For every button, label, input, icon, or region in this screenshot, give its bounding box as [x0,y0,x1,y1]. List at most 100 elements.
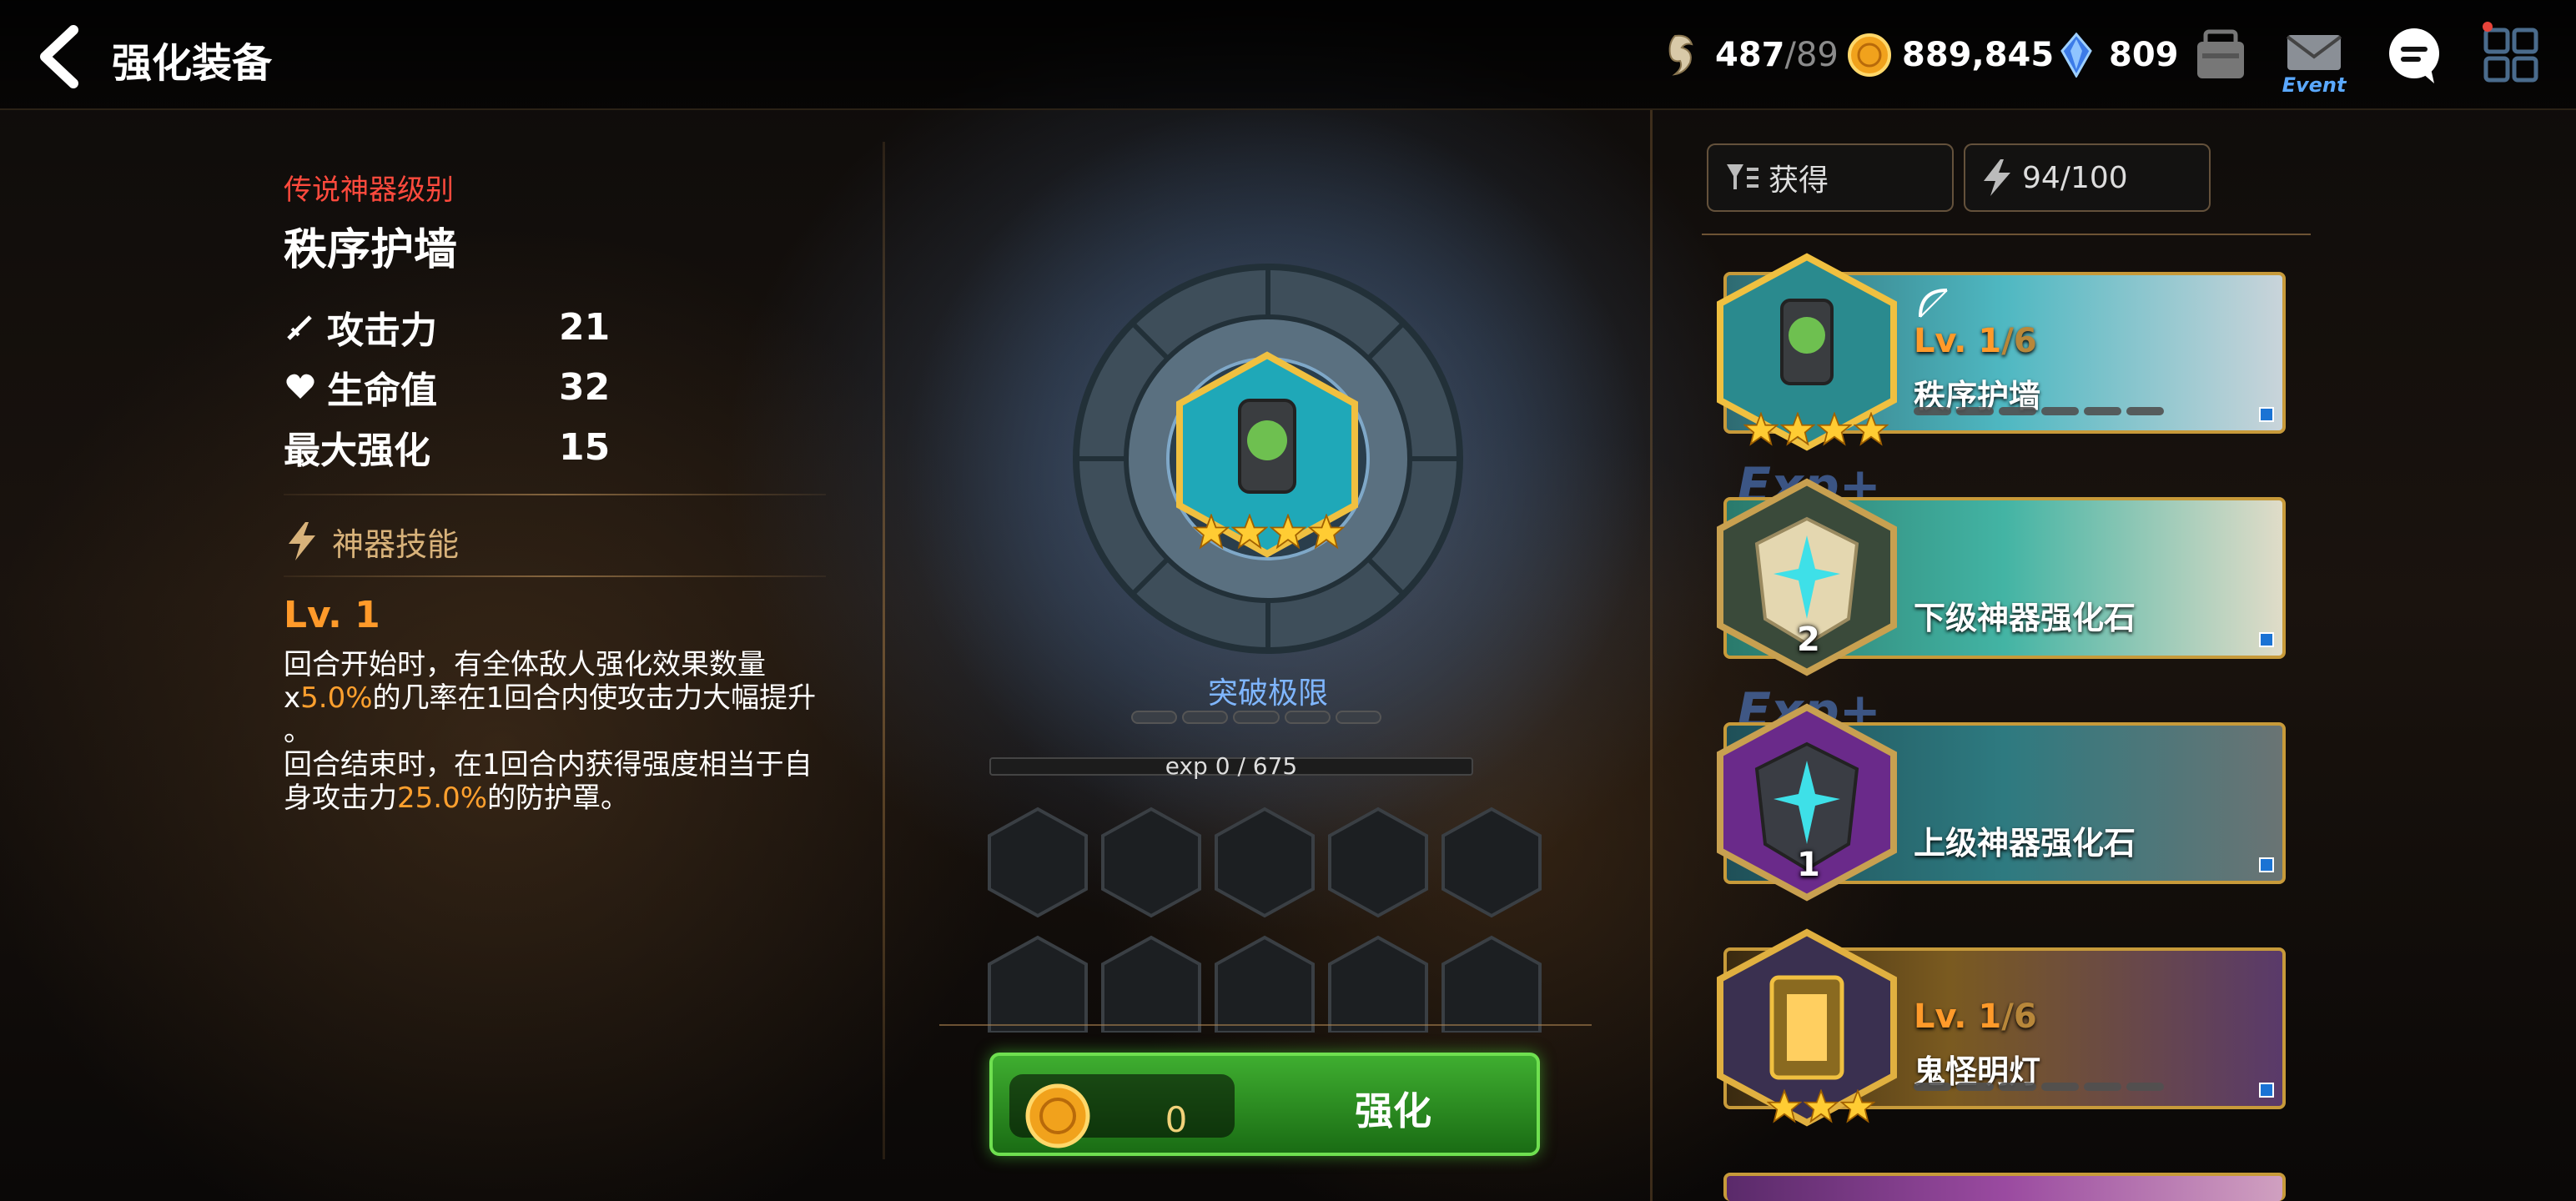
material-slot[interactable] [1213,934,1316,1033]
skill-desc-highlight: 5.0% [300,681,373,715]
material-slot[interactable] [986,806,1089,919]
item-progress [1914,1083,2164,1091]
star-icon [1817,412,1852,446]
gold-coin-icon [1848,33,1891,77]
corner-badge [2259,1083,2274,1098]
cost-display: 0 [1009,1074,1235,1148]
skill-description: 回合开始时，有全体敌人强化效果数量 x5.0%的几率在1回合内使攻击力大幅提升 … [284,648,834,815]
star-icon [1767,1089,1802,1123]
item-level-value: Lv. 1 [1914,997,2002,1036]
sort-label: 获得 [1768,163,1829,198]
gold-counter[interactable]: 889,845 [1847,25,2054,85]
divider [939,1024,1592,1026]
lightning-icon [289,522,315,560]
skill-desc-text: x [284,681,301,715]
material-slot[interactable] [1440,806,1543,919]
right-panel-divider [1650,110,1653,1201]
chat-icon[interactable] [2381,22,2448,88]
stat-value: 15 [559,425,611,469]
stat-label: 攻击力 [327,309,437,352]
divider [284,575,826,577]
star-icon [1840,1089,1875,1123]
skill-header: 神器技能 [284,512,826,570]
star-icon [1193,514,1230,550]
enhance-button[interactable]: 0 强化 [989,1053,1540,1156]
crystal-value: 809 [2109,36,2179,74]
item-stars [1767,1089,1875,1124]
skill-header-label: 神器技能 [332,525,460,563]
stat-value: 32 [559,365,611,409]
item-level: Lv. 1/6 [1914,322,2037,360]
capacity-display[interactable]: 94/100 [1964,143,2211,212]
skill-desc-text: 的几率在1回合内使攻击力大幅提升 [372,681,817,715]
stat-health: 生命值 32 [284,357,826,417]
stat-value: 21 [559,305,611,349]
skill-desc-line: 回合结束时，在1回合内获得强度相当于自 [284,748,813,781]
inventory-bag-icon[interactable] [2187,22,2254,88]
material-slot[interactable] [1213,806,1316,919]
skill-desc-line: 。 [284,715,312,748]
skill-desc-line: x5.0%的几率在1回合内使攻击力大幅提升 [284,681,834,715]
filter-icon [1727,164,1758,189]
stat-label: 最大强化 [284,430,430,472]
sword-icon [287,315,312,340]
corner-badge [2259,407,2274,422]
item-progress [1914,407,2164,415]
divider [284,494,826,495]
item-level-max: /6 [2001,322,2037,360]
stamina-icon [1668,34,1693,76]
artifact-info-panel: 传说神器级别 秩序护墙 攻击力 21 生命值 32 最大强化 15 神器技能 L… [284,167,826,815]
artifact-name: 秩序护墙 [284,225,458,275]
star-icon [1308,514,1345,550]
artifact-grade: 传说神器级别 [284,173,454,207]
stat-max-enhance: 最大强化 15 [284,417,826,477]
star-icon [1231,514,1268,550]
stat-attack: 攻击力 21 [284,297,826,357]
star-icon [1780,412,1815,446]
star-icon [1270,514,1306,550]
item-name: 下级神器强化石 [1914,600,2136,636]
mail-button[interactable]: Event [2281,22,2347,97]
limit-break-label: 突破极限 [1207,676,1328,711]
corner-badge [2259,857,2274,872]
item-count: 2 [1797,621,1820,659]
center-left-ornament-line [883,142,885,1159]
item-card-partial[interactable] [1723,1173,2286,1201]
item-level-value: Lv. 1 [1914,322,2002,360]
gold-coin-icon [1025,1083,1090,1148]
heart-icon [286,374,314,399]
item-stars [1743,412,1889,447]
skill-desc-highlight: 25.0% [397,781,488,815]
material-slot[interactable] [1440,934,1543,1033]
material-slot[interactable] [1099,934,1203,1033]
top-bar: 强化装备 487/89 889,845 809 Event [0,0,2576,110]
skill-desc-text: 的防护罩。 [487,781,630,815]
star-icon [1743,412,1779,446]
item-name: 上级神器强化石 [1914,825,2136,862]
cost-value: 0 [1165,1099,1188,1140]
exp-text: exp 0 / 675 [1165,752,1298,780]
bow-icon [1919,289,1948,318]
menu-grid-icon[interactable] [2478,22,2544,88]
crystal-icon [2060,33,2092,78]
stat-label: 生命值 [327,369,437,412]
capacity-value: 94/100 [2022,160,2128,195]
crystal-counter[interactable]: 809 [2054,25,2179,85]
star-icon [1854,412,1889,446]
material-slot[interactable] [1326,806,1430,919]
skill-desc-line: 回合开始时，有全体敌人强化效果数量 [284,648,766,681]
sort-filter-button[interactable]: 获得 [1707,143,1954,212]
material-slot[interactable] [1099,806,1203,919]
limit-break-bar [1131,711,1382,724]
item-count: 1 [1797,846,1820,884]
star-icon [1804,1089,1839,1123]
event-label: Event [2282,73,2347,97]
stamina-value: 487 [1715,36,1785,74]
material-slot[interactable] [1326,934,1430,1033]
back-arrow-icon[interactable] [30,23,97,90]
material-slot[interactable] [986,934,1089,1033]
stamina-counter[interactable]: 487/89 [1660,25,1839,85]
lightning-icon [1984,159,2010,196]
skill-desc-line: 身攻击力25.0%的防护罩。 [284,781,834,815]
page-title: 强化装备 [112,40,273,87]
